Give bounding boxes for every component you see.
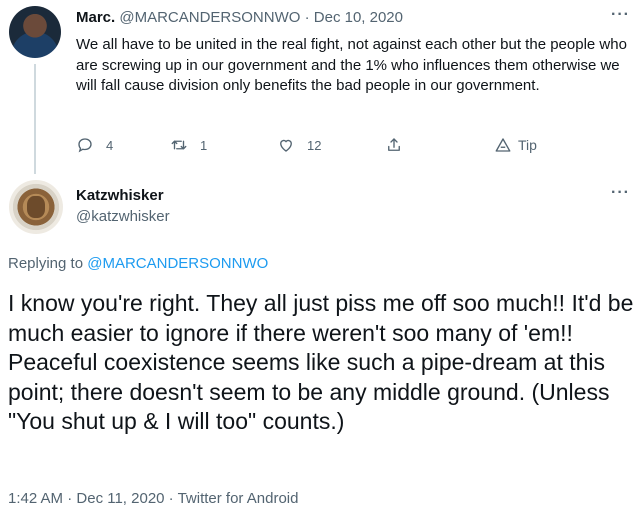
tweet-date[interactable]: Dec 10, 2020 <box>314 9 403 26</box>
parent-tweet[interactable]: Marc. @MARCANDERSONNWO · Dec 10, 2020 ··… <box>0 0 644 174</box>
like-button[interactable]: 12 <box>277 134 321 156</box>
reply-button[interactable]: 4 <box>76 134 113 156</box>
reply-count: 4 <box>106 137 114 153</box>
author-name[interactable]: Katzwhisker <box>76 186 164 206</box>
more-options-icon[interactable]: ··· <box>611 184 630 202</box>
avatar[interactable] <box>9 6 61 58</box>
avatar-cat-face <box>27 196 45 218</box>
tweet-text: We all have to be united in the real fig… <box>76 36 627 94</box>
tip-icon <box>495 138 511 152</box>
reply-tweet-text: I know you're right. They all just piss … <box>8 290 634 434</box>
tweet-header: Marc. @MARCANDERSONNWO · Dec 10, 2020 <box>76 8 403 28</box>
tweet-actions: 4 1 12 Tip <box>76 134 546 156</box>
tweet-source[interactable]: Twitter for Android <box>178 490 299 507</box>
replying-to: Replying to @MARCANDERSONNWO <box>8 254 268 274</box>
reply-icon <box>78 138 92 153</box>
author-name[interactable]: Marc. <box>76 9 115 26</box>
replying-prefix: Replying to <box>8 255 88 272</box>
heart-icon <box>280 139 292 152</box>
avatar[interactable] <box>9 180 63 234</box>
header-separator: · <box>300 9 314 26</box>
retweet-button[interactable]: 1 <box>170 134 207 156</box>
thread-connector-line <box>34 64 36 174</box>
tweet-time[interactable]: 1:42 AM <box>8 490 63 507</box>
more-options-icon[interactable]: ··· <box>611 6 630 24</box>
retweet-icon <box>171 140 187 150</box>
replying-to-link[interactable]: @MARCANDERSONNWO <box>87 255 268 272</box>
share-button[interactable] <box>385 134 415 156</box>
meta-separator: · <box>164 490 178 507</box>
author-handle[interactable]: @katzwhisker <box>76 207 170 227</box>
tweet-date[interactable]: Dec 11, 2020 <box>76 490 164 507</box>
share-icon <box>388 138 400 151</box>
retweet-count: 1 <box>200 137 208 153</box>
tweet-metadata: 1:42 AM · Dec 11, 2020 · Twitter for And… <box>8 489 298 509</box>
meta-separator: · <box>63 490 77 507</box>
author-handle[interactable]: @MARCANDERSONNWO <box>119 9 300 26</box>
like-count: 12 <box>307 137 322 153</box>
tip-button[interactable]: Tip <box>494 134 537 156</box>
tip-label: Tip <box>518 137 537 153</box>
